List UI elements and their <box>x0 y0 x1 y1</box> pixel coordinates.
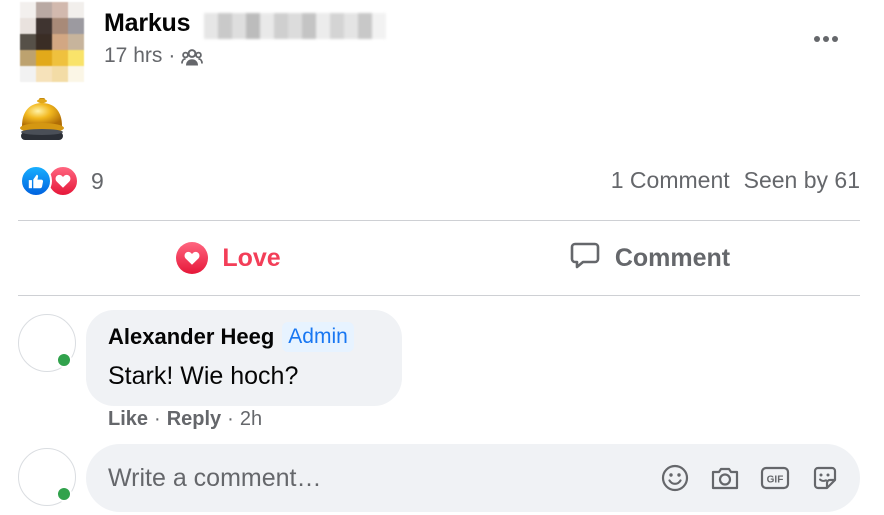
comment-text: Stark! Wie hoch? <box>108 362 299 390</box>
love-icon <box>176 242 209 274</box>
comments-count[interactable]: 1 Comment <box>611 167 730 194</box>
more-dots-icon <box>814 36 820 42</box>
divider-bottom <box>18 295 860 296</box>
divider-top <box>18 220 860 221</box>
comment-actions-separator: · <box>154 408 161 430</box>
more-options-button[interactable] <box>806 24 846 54</box>
author-name-redacted <box>204 13 386 39</box>
camera-icon[interactable] <box>708 461 742 495</box>
sticker-icon[interactable] <box>808 461 842 495</box>
current-user-online-dot <box>56 486 72 502</box>
comment-time[interactable]: 2h <box>240 408 262 431</box>
comment-input[interactable] <box>86 444 658 512</box>
comment-reply-button[interactable]: Reply <box>167 408 221 431</box>
post-stats: 1 Comment Seen by 61 <box>611 167 860 194</box>
online-status-dot <box>56 352 72 368</box>
seen-count[interactable]: Seen by 61 <box>744 167 860 194</box>
like-reaction-icon <box>20 165 52 197</box>
commenter-row: Alexander Heeg Admin <box>108 322 402 352</box>
comment-button[interactable]: Comment <box>439 226 860 290</box>
post-meta: 17 hrs · <box>104 44 204 68</box>
bell-icon <box>18 96 66 146</box>
svg-text:GIF: GIF <box>767 475 784 486</box>
friends-icon[interactable] <box>181 46 204 68</box>
comment-like-button[interactable]: Like <box>108 408 148 431</box>
love-button-label: Love <box>222 243 281 272</box>
author-name[interactable]: Markus <box>104 9 191 38</box>
post-time[interactable]: 17 hrs <box>104 44 162 68</box>
comment-time-separator: · <box>227 408 234 430</box>
commenter-name[interactable]: Alexander Heeg <box>108 324 274 350</box>
admin-badge: Admin <box>282 322 354 352</box>
comment-composer: GIF <box>86 444 860 512</box>
emoji-icon[interactable] <box>658 461 692 495</box>
comment-bubble: Alexander Heeg Admin Stark! Wie hoch? <box>86 310 402 406</box>
comment-icon <box>569 239 601 278</box>
love-button[interactable]: Love <box>18 226 439 290</box>
comment-actions: Like · Reply · 2h <box>108 408 262 431</box>
composer-tools: GIF <box>658 461 842 495</box>
gif-icon[interactable]: GIF <box>758 461 792 495</box>
post-card: Markus 17 hrs · 9 1 Comment Seen by 61 L… <box>0 0 884 515</box>
meta-separator: · <box>168 44 176 67</box>
comment-button-label: Comment <box>614 243 731 272</box>
reaction-count: 9 <box>91 167 104 194</box>
author-avatar[interactable] <box>20 2 84 82</box>
reaction-summary[interactable]: 9 <box>20 165 104 197</box>
